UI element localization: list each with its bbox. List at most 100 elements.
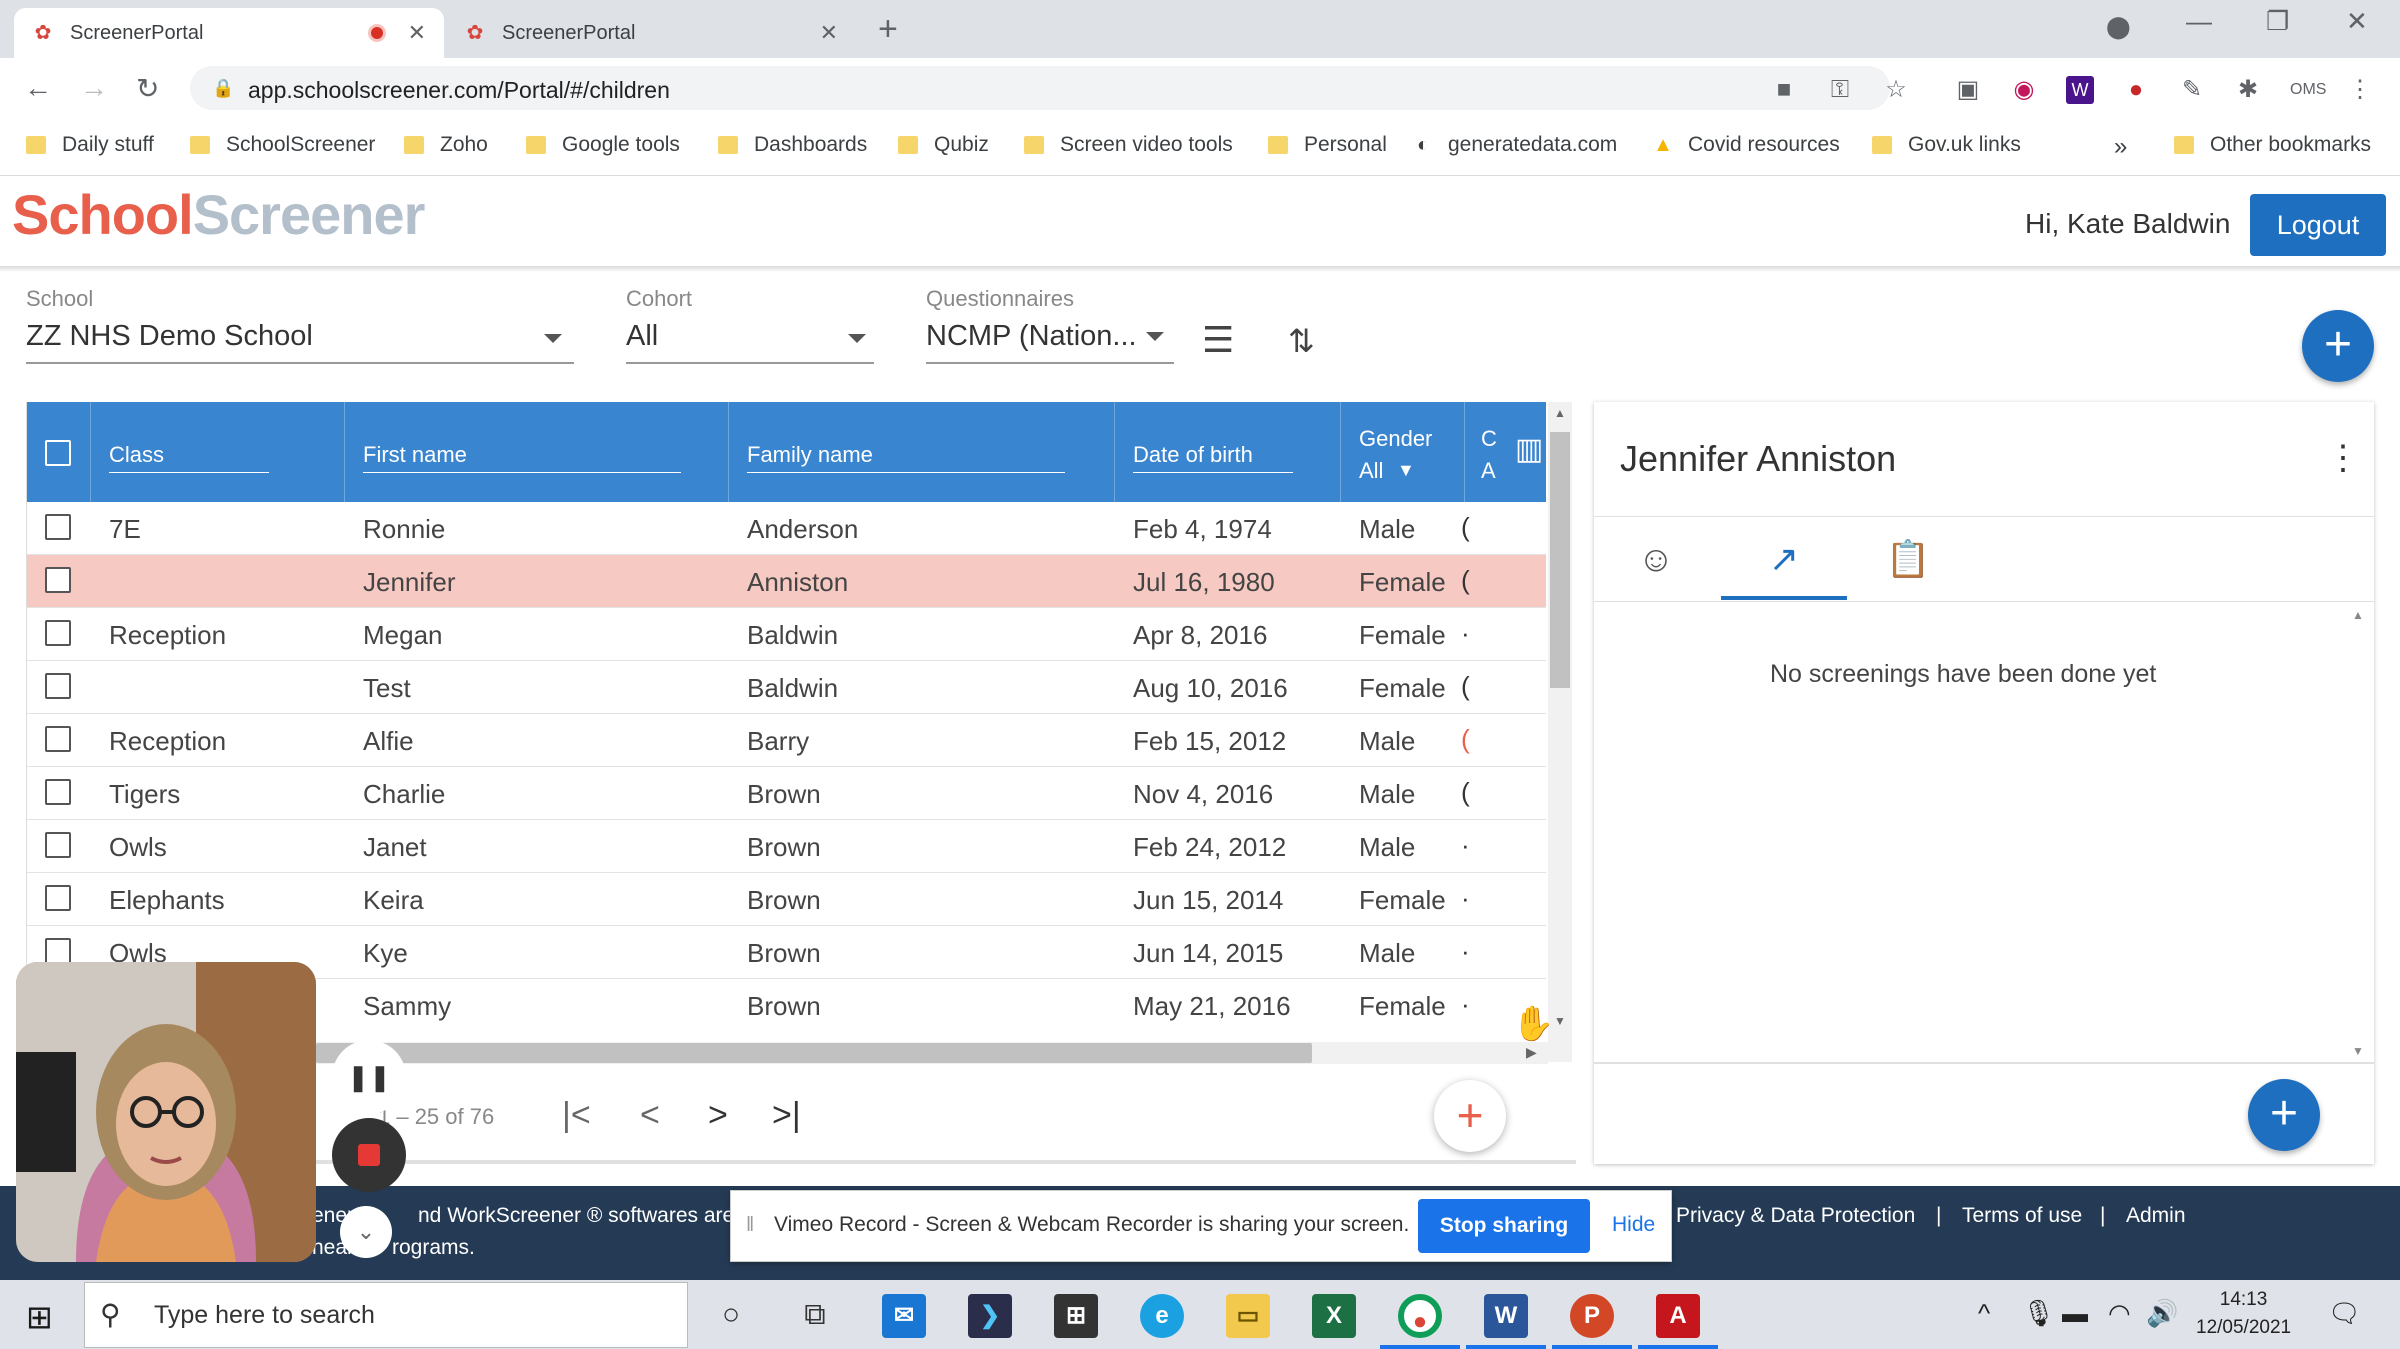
bookmark-folder[interactable]: Gov.uk links (1872, 133, 2021, 157)
gender-filter-select[interactable]: All (1359, 458, 1383, 484)
bookmark-folder[interactable]: Zoho (404, 133, 488, 157)
table-row[interactable]: Tigers Charlie Brown Nov 4, 2016 Male ( (27, 767, 1546, 820)
row-checkbox[interactable] (45, 726, 71, 752)
excel-icon[interactable]: X (1312, 1294, 1356, 1338)
reload-icon[interactable]: ↻ (136, 72, 159, 105)
trend-chart-tab-icon[interactable]: ↗ (1754, 538, 1814, 580)
cohort-select[interactable]: All (626, 320, 658, 353)
privacy-link[interactable]: Privacy & Data Protection (1676, 1204, 1915, 1228)
browser-tab-active[interactable]: ✿ ScreenerPortal ✕ (14, 8, 444, 58)
mail-icon[interactable]: ✉ (882, 1294, 926, 1338)
panel-scroll-down-icon[interactable]: ▼ (2352, 1044, 2364, 1058)
lock-icon[interactable]: 🔒 (212, 78, 234, 99)
profile-menu-icon[interactable]: ⬤ (2106, 14, 2131, 40)
bookmark-folder[interactable]: Personal (1268, 133, 1387, 157)
pen-extension-icon[interactable]: ✎ (2178, 76, 2206, 104)
collapse-controls-icon[interactable]: ⌄ (340, 1206, 392, 1258)
column-header-dob[interactable]: Date of birth (1115, 402, 1341, 502)
bookmark-folder[interactable]: SchoolScreener (190, 133, 375, 157)
bookmark-folder[interactable]: Qubiz (898, 133, 989, 157)
pause-recording-button[interactable]: ❚❚ (332, 1040, 406, 1114)
minimize-icon[interactable]: — (2186, 6, 2212, 37)
add-child-button[interactable]: + (2302, 310, 2374, 382)
admin-link[interactable]: Admin (2126, 1204, 2186, 1228)
column-chooser-icon[interactable]: ▥ (1515, 432, 1543, 467)
extension-icon[interactable]: W (2066, 76, 2094, 104)
profile-face-tab-icon[interactable]: ☺ (1626, 538, 1686, 580)
row-checkbox[interactable] (45, 567, 71, 593)
table-vertical-scroll-thumb[interactable] (1550, 432, 1570, 688)
extension-icon[interactable]: ▣ (1954, 76, 1982, 104)
cohort-dropdown-icon[interactable] (848, 334, 866, 343)
key-icon[interactable]: ⚿ (1826, 76, 1854, 104)
forward-icon[interactable]: → (80, 72, 108, 104)
first-page-icon[interactable]: |< (562, 1096, 591, 1135)
stop-recording-button[interactable] (332, 1118, 406, 1192)
row-checkbox[interactable] (45, 620, 71, 646)
close-window-icon[interactable]: ✕ (2346, 6, 2368, 37)
bookmark-folder[interactable]: Dashboards (718, 133, 867, 157)
select-all-checkbox[interactable] (45, 440, 71, 466)
browser-tab[interactable]: ✿ ScreenerPortal ✕ (446, 8, 856, 58)
row-checkbox[interactable] (45, 673, 71, 699)
add-screening-button[interactable]: + (2248, 1079, 2320, 1151)
column-header-family-name[interactable]: Family name (729, 402, 1115, 502)
terms-link[interactable]: Terms of use (1962, 1204, 2082, 1228)
more-bookmarks-icon[interactable]: » (2114, 133, 2127, 161)
table-row[interactable]: Jennifer Anniston Jul 16, 1980 Female ( (27, 555, 1546, 608)
table-horizontal-scroll-thumb[interactable] (316, 1043, 1312, 1063)
school-select[interactable]: ZZ NHS Demo School (26, 320, 313, 353)
powershell-icon[interactable]: ❯ (968, 1294, 1012, 1338)
schoolscreener-logo[interactable]: SchoolScreener (12, 182, 425, 247)
taskbar-clock[interactable]: 14:13 12/05/2021 (2196, 1286, 2291, 1342)
stop-sharing-button[interactable]: Stop sharing (1418, 1199, 1590, 1253)
chrome-icon[interactable]: ● (1398, 1294, 1442, 1338)
file-explorer-icon[interactable]: ▭ (1226, 1294, 1270, 1338)
task-view-icon[interactable]: ⧉ (792, 1294, 838, 1336)
panel-scroll-up-icon[interactable]: ▲ (2352, 608, 2364, 622)
acrobat-icon[interactable]: A (1656, 1294, 1700, 1338)
row-checkbox[interactable] (45, 938, 71, 964)
powerpoint-icon[interactable]: P (1570, 1294, 1614, 1338)
close-tab-icon[interactable]: ✕ (408, 20, 426, 46)
table-row[interactable]: Elephants Keira Brown Jun 15, 2014 Female · (27, 873, 1546, 926)
clipboard-tab-icon[interactable]: 📋 (1878, 538, 1938, 580)
table-row[interactable]: 7E Ronnie Anderson Feb 4, 1974 Male ( (27, 502, 1546, 555)
table-row[interactable]: Reception Megan Baldwin Apr 8, 2016 Female · (27, 608, 1546, 661)
table-row[interactable]: Reception Alfie Barry Feb 15, 2012 Male ( (27, 714, 1546, 767)
bookmark-folder[interactable]: Google tools (526, 133, 680, 157)
word-icon[interactable]: W (1484, 1294, 1528, 1338)
tray-overflow-icon[interactable]: ^ (1978, 1298, 1990, 1329)
wifi-icon[interactable]: ◠ (2108, 1298, 2131, 1329)
store-icon[interactable]: ⊞ (1054, 1294, 1098, 1338)
row-checkbox[interactable] (45, 779, 71, 805)
volume-icon[interactable]: 🔊 (2146, 1298, 2178, 1329)
chrome-menu-icon[interactable]: ⋮ (2346, 76, 2374, 104)
questionnaires-select[interactable]: NCMP (Nation... (926, 320, 1137, 353)
bookmark-folder[interactable]: ▲ Covid resources (1652, 133, 1840, 157)
row-checkbox[interactable] (45, 832, 71, 858)
edge-icon[interactable]: e (1140, 1294, 1184, 1338)
record-extension-icon[interactable]: ● (2122, 76, 2150, 104)
cortana-icon[interactable]: ○ (708, 1294, 754, 1336)
notifications-icon[interactable]: 🗨 (2328, 1298, 2361, 1329)
add-row-button[interactable]: + (1434, 1080, 1506, 1152)
row-checkbox[interactable] (45, 514, 71, 540)
panel-more-menu-icon[interactable]: ⋮ (2326, 438, 2360, 478)
camera-icon[interactable]: ■ (1770, 76, 1798, 104)
bookmark-folder[interactable]: Daily stuff (26, 133, 154, 157)
column-header-gender[interactable]: Gender All ▼ (1341, 402, 1465, 502)
drag-handle-icon[interactable]: ‖ (746, 1214, 754, 1237)
scroll-right-icon[interactable]: ▶ (1526, 1044, 1537, 1061)
url-text[interactable]: app.schoolscreener.com/Portal/#/children (248, 77, 670, 104)
table-row[interactable]: Test Baldwin Aug 10, 2016 Female ( (27, 661, 1546, 714)
column-header-truncated[interactable]: C A ▥ (1465, 402, 1546, 502)
table-row[interactable]: Owls Janet Brown Feb 24, 2012 Male · (27, 820, 1546, 873)
gender-filter-dropdown-icon[interactable]: ▼ (1397, 460, 1415, 481)
new-tab-icon[interactable]: + (878, 10, 898, 49)
scroll-up-icon[interactable]: ▲ (1554, 406, 1566, 420)
scroll-down-icon[interactable]: ▼ (1554, 1014, 1566, 1028)
last-page-icon[interactable]: >| (772, 1096, 801, 1135)
taskbar-search-placeholder[interactable]: Type here to search (154, 1301, 375, 1330)
previous-page-icon[interactable]: < (640, 1096, 660, 1135)
